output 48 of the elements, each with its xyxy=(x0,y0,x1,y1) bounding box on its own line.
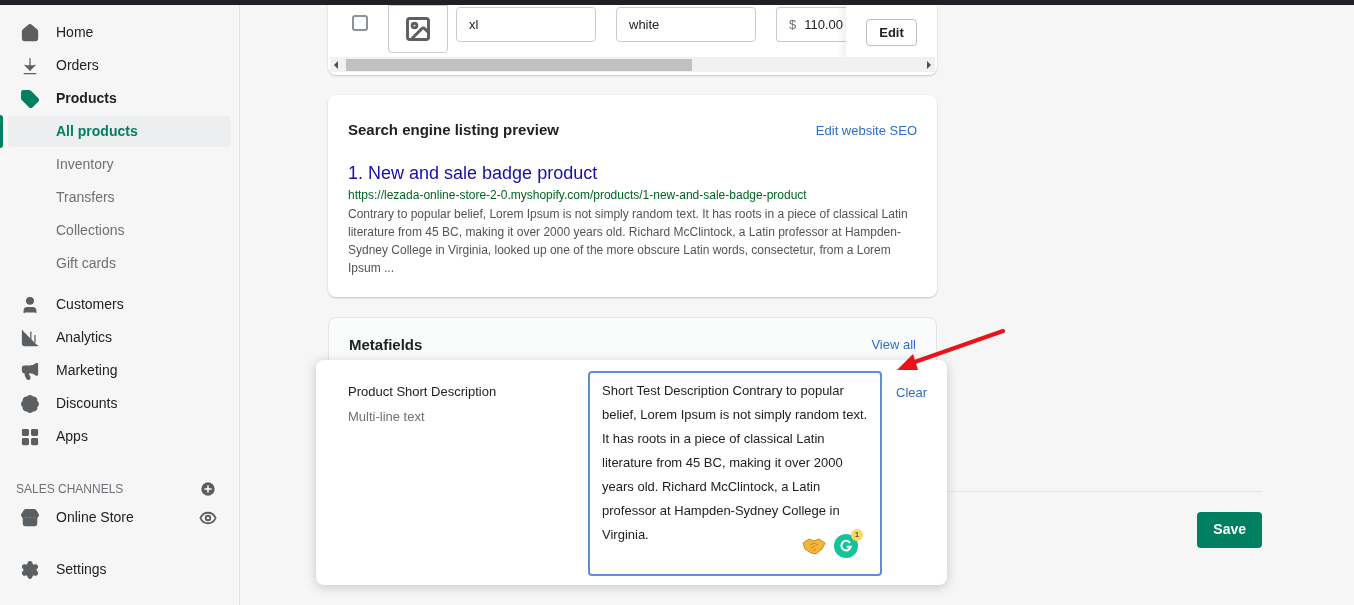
image-placeholder[interactable] xyxy=(388,5,448,53)
result-title[interactable]: 1. New and sale badge product xyxy=(348,161,917,184)
price-value: 110.00 xyxy=(804,15,844,34)
horizontal-scrollbar[interactable] xyxy=(330,57,935,72)
nav-item[interactable]: Analytics xyxy=(56,327,113,348)
image-icon xyxy=(404,15,432,43)
save-button[interactable]: Save xyxy=(1197,511,1262,548)
view-all-link[interactable]: View all xyxy=(871,335,916,355)
card-title: Metafields xyxy=(349,334,423,355)
sub-nav-item[interactable]: Collections xyxy=(8,215,231,246)
handshake-icon[interactable] xyxy=(802,537,826,555)
nav-item[interactable]: Online Store xyxy=(56,507,134,528)
tag-icon xyxy=(20,88,40,109)
active-indicator xyxy=(0,115,3,148)
edit-button[interactable]: Edit xyxy=(866,19,917,46)
notification-badge: 1 xyxy=(851,529,863,541)
color-field[interactable]: white xyxy=(616,7,756,42)
result-description: Contrary to popular belief, Lorem Ipsum is not simply random text. It has roots in a piece of classical Latin literature from 45 BC, making it over 2000 years old. Richard McClintock, a Latin professor at Hampden-Sydney College in Virginia, looked up one of the more obscure Latin words, consectetur, from a Lorem Ipsum ... xyxy=(348,205,909,277)
home-icon xyxy=(20,22,40,43)
megaphone-icon xyxy=(20,360,40,381)
clear-link[interactable]: Clear xyxy=(896,383,928,403)
sub-nav-item[interactable]: Transfers xyxy=(8,182,231,213)
nav-item[interactable]: Discounts xyxy=(56,393,118,414)
nav-item[interactable]: Apps xyxy=(56,426,88,447)
nav-item[interactable]: Settings xyxy=(56,559,107,580)
sub-nav-item[interactable]: Inventory xyxy=(8,149,231,180)
field-type: Multi-line text xyxy=(348,407,426,426)
bar-chart-icon xyxy=(20,327,40,348)
result-url: https://lezada-online-store-2-0.myshopify.com/products/1-new-and-sale-badge-product xyxy=(348,186,808,204)
sub-nav-item[interactable]: Gift cards xyxy=(8,248,231,279)
apps-grid-icon xyxy=(20,426,40,447)
sub-nav-item[interactable]: All products xyxy=(8,116,231,147)
nav-item[interactable]: Customers xyxy=(56,294,124,315)
size-field[interactable]: xl xyxy=(456,7,596,42)
checkbox[interactable] xyxy=(352,15,368,31)
nav-item[interactable]: Home xyxy=(56,22,94,43)
field-label: Product Short Description xyxy=(348,383,498,401)
store-icon xyxy=(20,507,40,528)
currency-symbol: $ xyxy=(789,15,797,34)
nav-item[interactable]: Orders xyxy=(56,55,99,76)
edit-seo-link[interactable]: Edit website SEO xyxy=(815,120,917,140)
nav-item[interactable]: Marketing xyxy=(56,360,118,381)
section-heading: SALES CHANNELS xyxy=(16,481,124,498)
add-icon[interactable] xyxy=(199,480,217,498)
card-title: Search engine listing preview xyxy=(348,120,559,140)
settings-icon xyxy=(20,559,40,580)
nav-item[interactable]: Products xyxy=(56,88,117,109)
grammar-assistant-icon[interactable] xyxy=(834,534,858,558)
